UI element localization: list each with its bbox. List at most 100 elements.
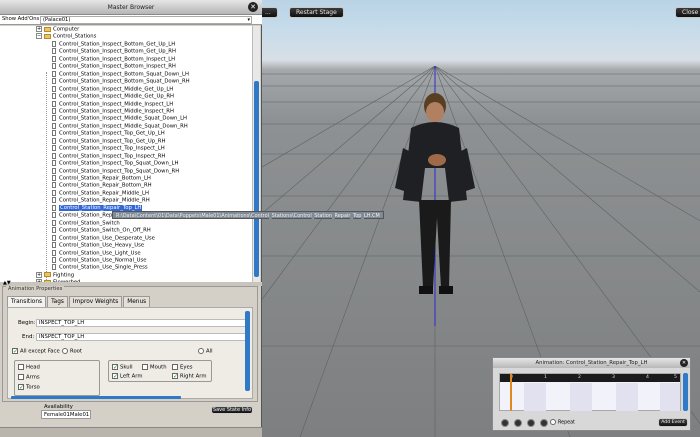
checkbox-icon <box>142 364 148 370</box>
torso-checkbox[interactable]: ✓ Torso <box>18 384 40 392</box>
skull-label: Skull <box>120 364 133 371</box>
tree-item[interactable]: Control_Station_Repair_Bottom_LH <box>52 175 151 182</box>
properties-hscrollbar[interactable] <box>11 396 181 399</box>
add-event-button[interactable]: Add Event <box>658 418 688 427</box>
tree-item[interactable]: Control_Station_Inspect_Top_Get_Up_LH <box>52 130 165 137</box>
rewind-icon[interactable] <box>501 419 509 427</box>
tree-label: Control_Station_Inspect_Middle_Inspect_L… <box>59 101 174 107</box>
tree-item[interactable]: Control_Station_Inspect_Bottom_Get_Up_RH <box>52 48 176 55</box>
close-icon[interactable]: ✕ <box>248 2 258 12</box>
right-arm-label: Right Arm <box>180 373 207 380</box>
availability-field[interactable]: Female01Male01 <box>41 410 91 419</box>
tree-item[interactable]: Control_Station_Switch <box>52 219 120 227</box>
folder-icon <box>44 33 51 39</box>
file-icon <box>52 107 56 114</box>
close-stage-button[interactable]: Close <box>675 7 700 18</box>
tree-label: Control_Station_Inspect_Top_Get_Up_RH <box>59 138 166 145</box>
tree-item[interactable]: Control_Station_Use_Normal_Use <box>52 256 147 264</box>
animation-properties-group: Animation Properties Transitions Tags Im… <box>2 286 258 402</box>
arms-checkbox[interactable]: Arms <box>18 374 40 382</box>
character-model[interactable] <box>385 88 485 310</box>
tree-item[interactable]: Control_Station_Repair_Bottom_RH <box>52 182 152 189</box>
all-radio[interactable]: All <box>198 348 213 356</box>
eyes-checkbox[interactable]: Eyes <box>172 364 193 372</box>
check-icon: ✓ <box>12 348 19 355</box>
tree-item[interactable]: Control_Station_Inspect_Bottom_Squat_Dow… <box>52 78 190 85</box>
tab-transitions[interactable]: Transitions <box>7 296 47 307</box>
all-label: All <box>206 348 213 355</box>
file-icon <box>52 160 56 167</box>
begin-field[interactable]: INSPECT_TOP_LH <box>36 319 246 327</box>
tree-item[interactable]: Control_Station_Inspect_Middle_Squat_Dow… <box>52 122 188 130</box>
tree-item[interactable]: Control_Station_Repair_Middle_LH <box>52 189 149 197</box>
play-icon[interactable] <box>527 419 535 427</box>
left-arm-checkbox[interactable]: ✓ Left Arm <box>112 373 143 381</box>
tree-folder[interactable]: + Fighting <box>36 271 74 279</box>
check-icon: ✓ <box>112 364 119 371</box>
tree-item[interactable]: Control_Station_Inspect_Bottom_Inspect_L… <box>52 55 175 63</box>
tree-guide-line <box>46 72 47 282</box>
tree-item[interactable]: Control_Station_Inspect_Bottom_Squat_Dow… <box>52 70 189 78</box>
tree-item[interactable]: Control_Station_Use_Light_Use <box>52 249 141 257</box>
playhead-cursor[interactable] <box>510 374 512 411</box>
tree-item[interactable]: Control_Station_Inspect_Top_Get_Up_RH <box>52 137 166 145</box>
tree-item[interactable]: Control_Station_Inspect_Middle_Inspect_L… <box>52 100 174 108</box>
tree-item[interactable]: Control_Station_Inspect_Bottom_Inspect_R… <box>52 63 176 70</box>
tree-item[interactable]: Control_Station_Switch_On_Off_RH <box>52 227 151 234</box>
file-icon <box>52 152 56 159</box>
tree-item[interactable]: Control_Station_Inspect_Middle_Squat_Dow… <box>52 115 187 122</box>
file-icon <box>52 85 56 92</box>
show-addons-row: Show Add'Ons (Palace01) ▾ <box>0 15 262 25</box>
tree-item[interactable]: Control_Station_Inspect_Bottom_Get_Up_LH <box>52 40 175 48</box>
mouth-label: Mouth <box>150 364 167 371</box>
head-label: Head <box>26 364 40 371</box>
tree-scrollbar[interactable] <box>252 26 260 282</box>
tree-item[interactable]: Control_Station_Inspect_Top_Squat_Down_L… <box>52 160 178 167</box>
close-icon[interactable]: ✕ <box>680 359 688 367</box>
checkbox-icon <box>18 364 24 370</box>
all-except-face-label: All except Face <box>20 348 60 355</box>
restart-stage-button[interactable]: Restart Stage <box>289 7 344 18</box>
animation-tree[interactable]: + Computer − Control_Stations Control_Statio… <box>0 26 252 282</box>
tree-scroll-thumb[interactable] <box>254 81 259 277</box>
timeline-scrollbar[interactable] <box>683 373 688 411</box>
repeat-label: Repeat <box>558 420 575 426</box>
file-icon <box>52 242 56 249</box>
file-icon <box>52 189 56 196</box>
tree-item[interactable]: Control_Station_Inspect_Top_Inspect_RH <box>52 152 165 160</box>
properties-scrollbar[interactable] <box>245 311 250 391</box>
root-radio[interactable]: Root <box>62 348 82 356</box>
tree-item[interactable]: Control_Station_Inspect_Middle_Get_Up_LH <box>52 85 173 93</box>
tree-item[interactable]: Control_Station_Repair_Middle_RH <box>52 197 150 204</box>
right-arm-checkbox[interactable]: ✓ Right Arm <box>172 373 207 381</box>
show-addons-select[interactable]: (Palace01) ▾ <box>40 16 252 24</box>
tree-item[interactable]: Control_Station_Inspect_Top_Inspect_LH <box>52 145 165 152</box>
tree-folder[interactable]: + Computer <box>36 26 79 33</box>
skull-checkbox[interactable]: ✓ Skull <box>112 364 133 372</box>
tree-item[interactable]: Control_Station_Use_Heavy_Use <box>52 242 144 249</box>
timeline-ruler[interactable]: 0 1 2 3 4 5 <box>500 374 680 382</box>
tree-item[interactable]: Control_Station_Use_Single_Press <box>52 264 148 271</box>
tree-label: Control_Station_Use_Heavy_Use <box>59 242 145 249</box>
collapse-icon[interactable]: − <box>36 33 42 40</box>
tab-menus[interactable]: Menus <box>123 296 151 307</box>
tree-item[interactable]: Control_Station_Use_Desperate_Use <box>52 234 155 242</box>
tab-improv-weights[interactable]: Improv Weights <box>68 296 123 307</box>
save-state-info-button[interactable]: Save State Info <box>211 406 253 414</box>
tree-folder[interactable]: − Control_Stations <box>36 33 96 40</box>
expand-icon[interactable]: + <box>36 271 42 278</box>
tree-item[interactable]: Control_Station_Inspect_Middle_Get_Up_RH <box>52 93 174 100</box>
expand-icon[interactable]: + <box>36 26 42 32</box>
timeline-track[interactable]: 0 1 2 3 4 5 <box>499 373 681 411</box>
end-field[interactable]: INSPECT_TOP_LH <box>36 333 246 341</box>
step-back-icon[interactable] <box>514 419 522 427</box>
file-icon <box>52 48 56 55</box>
repeat-radio[interactable]: Repeat <box>550 419 575 428</box>
step-forward-icon[interactable] <box>540 419 548 427</box>
head-checkbox[interactable]: Head <box>18 364 40 372</box>
mouth-checkbox[interactable]: Mouth <box>142 364 167 372</box>
tree-item[interactable]: Control_Station_Inspect_Middle_Inspect_R… <box>52 107 174 115</box>
tab-tags[interactable]: Tags <box>47 296 68 307</box>
tree-item[interactable]: Control_Station_Inspect_Top_Squat_Down_R… <box>52 167 179 175</box>
all-except-face-checkbox[interactable]: ✓ All except Face <box>12 348 60 356</box>
